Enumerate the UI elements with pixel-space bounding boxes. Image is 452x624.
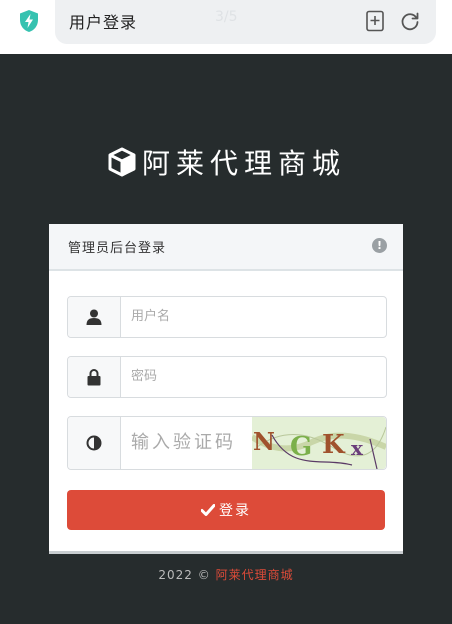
cube-icon <box>108 147 136 177</box>
captcha-input[interactable] <box>121 417 251 467</box>
shield-bolt-icon[interactable] <box>17 9 41 33</box>
reload-icon[interactable] <box>399 10 421 32</box>
site-brand: 阿莱代理商城 <box>0 142 452 182</box>
captcha-field: N G K x <box>67 416 387 470</box>
check-icon <box>201 504 215 516</box>
panel-header: 管理员后台登录 ! <box>49 224 403 271</box>
footer: 2022 © 阿莱代理商城 <box>0 566 452 583</box>
password-field <box>67 356 387 398</box>
lock-icon <box>87 368 101 385</box>
login-panel: 管理员后台登录 ! 用户名 输入验证码 N G K x 登录 <box>49 224 403 554</box>
contrast-icon <box>86 435 102 451</box>
copyright-text: 2022 © <box>158 568 211 582</box>
bookmark-add-icon[interactable] <box>365 10 385 32</box>
panel-title: 管理员后台登录 <box>68 241 167 256</box>
user-icon <box>86 309 102 325</box>
page-counter: 3/5 <box>215 9 238 25</box>
login-button[interactable]: 登录 <box>67 490 385 530</box>
captcha-addon <box>68 417 121 469</box>
username-input[interactable] <box>121 297 386 335</box>
captcha-image[interactable]: N G K x <box>252 417 386 469</box>
password-input[interactable] <box>121 357 386 395</box>
svg-text:N: N <box>253 427 275 456</box>
captcha-graphic: N G K x <box>252 417 386 469</box>
username-addon <box>68 297 121 337</box>
info-icon[interactable]: ! <box>372 238 387 253</box>
address-bar[interactable]: 用户登录 3/5 <box>55 0 436 44</box>
browser-toolbar: 用户登录 3/5 <box>0 0 452 54</box>
username-field <box>67 296 387 338</box>
brand-name: 阿莱代理商城 <box>141 147 346 180</box>
footer-site-link[interactable]: 阿莱代理商城 <box>216 568 294 582</box>
svg-text:K: K <box>322 430 346 460</box>
password-addon <box>68 357 121 397</box>
page-title: 用户登录 <box>69 13 138 32</box>
svg-text:x: x <box>351 436 364 460</box>
svg-text:G: G <box>290 432 312 462</box>
login-button-label: 登录 <box>219 502 251 518</box>
